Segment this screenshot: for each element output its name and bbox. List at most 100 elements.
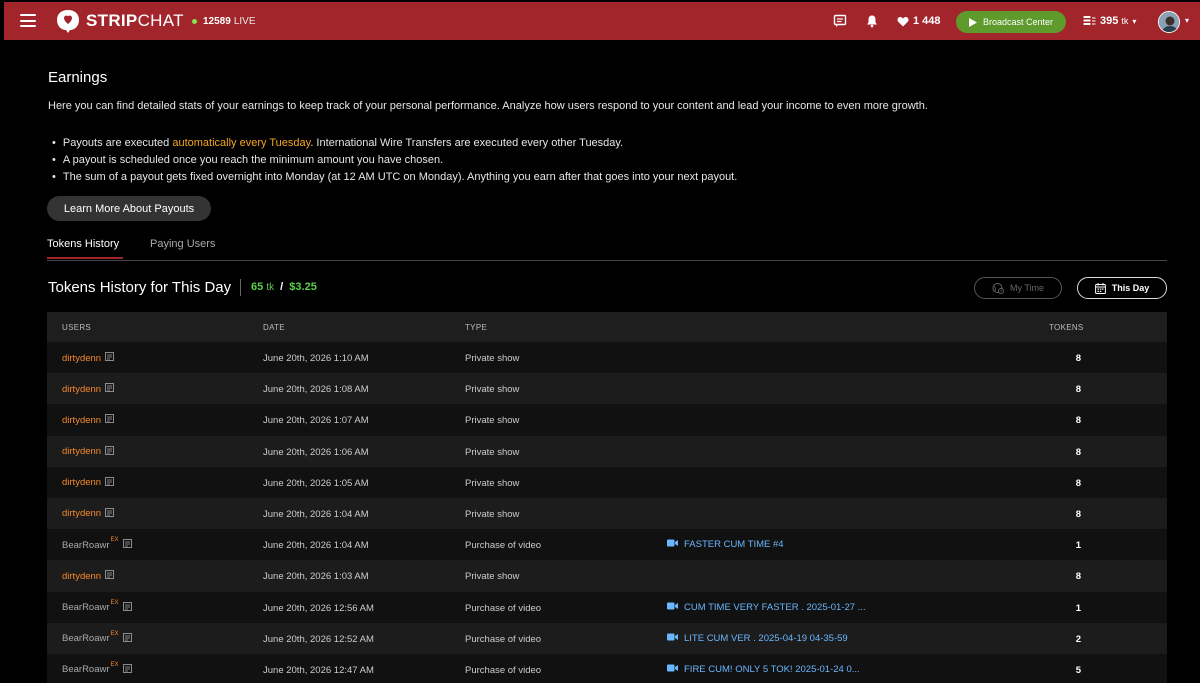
token-balance: 395: [1100, 15, 1119, 27]
title-divider: [240, 279, 241, 296]
video-camera-icon: [667, 633, 684, 644]
bullet-text: Payouts are executed: [62, 137, 173, 149]
user-note-icon[interactable]: [105, 352, 115, 364]
column-date[interactable]: DATE: [263, 323, 285, 332]
payout-info-item: A payout is scheduled once you reach the…: [52, 153, 737, 170]
video-title: LITE CUM VER . 2025-04-19 04-35-59: [684, 632, 848, 644]
user-note-icon[interactable]: [105, 570, 115, 582]
live-dot-icon: [192, 19, 197, 24]
ex-badge: EX: [110, 661, 119, 668]
live-word: LIVE: [233, 16, 256, 27]
menu-icon[interactable]: [20, 14, 36, 27]
logo[interactable]: STRIPCHAT: [56, 9, 184, 33]
video-link[interactable]: FIRE CUM! ONLY 5 TOK! 2025-01-24 0...: [667, 664, 860, 675]
tab-paying-users[interactable]: Paying Users: [150, 238, 215, 257]
total-tokens-unit: tk: [266, 282, 275, 293]
table-row: BearRoawr EX June 20th, 2026 12:56 AM Purch…: [47, 591, 1167, 623]
username-link[interactable]: dirtydenn: [62, 415, 101, 426]
broadcast-center-button[interactable]: Broadcast Center: [956, 11, 1066, 33]
video-link[interactable]: FASTER CUM TIME #4: [667, 539, 784, 550]
user-note-icon[interactable]: [105, 383, 115, 395]
this-day-button[interactable]: This Day: [1077, 277, 1167, 299]
tokens-history-table: USERS DATE TYPE TOKENS dirtydenn June 20t…: [47, 312, 1167, 683]
username-link[interactable]: BearRoawr: [62, 540, 110, 551]
user-cell: dirtydenn: [62, 570, 115, 582]
user-note-icon[interactable]: [105, 445, 115, 458]
messages-icon[interactable]: [833, 14, 847, 28]
tokens-cell: 8: [1075, 508, 1081, 520]
username-link[interactable]: dirtydenn: [62, 477, 101, 488]
payout-info-list: Payouts are executed automatically every…: [52, 136, 737, 187]
date-cell: June 20th, 2026 1:07 AM: [263, 415, 369, 427]
user-cell: BearRoawr EX: [62, 661, 132, 676]
avatar[interactable]: [1158, 11, 1180, 33]
tab-tokens-history[interactable]: Tokens History: [47, 238, 123, 259]
ex-badge: EX: [110, 630, 119, 637]
username-link[interactable]: BearRoawr: [62, 664, 110, 675]
likes-count: 1 448: [913, 15, 941, 27]
type-cell: Private show: [465, 477, 520, 489]
date-cell: June 20th, 2026 1:10 AM: [263, 353, 369, 364]
tokens-cell: 8: [1075, 571, 1081, 583]
tokens-cell: 8: [1075, 477, 1081, 489]
page-title: Earnings: [48, 69, 108, 86]
video-link[interactable]: LITE CUM VER . 2025-04-19 04-35-59: [667, 633, 848, 644]
my-time-button[interactable]: My Time: [974, 277, 1062, 299]
user-note-icon[interactable]: [122, 663, 132, 676]
user-note-icon[interactable]: [122, 632, 132, 645]
column-type[interactable]: TYPE: [465, 323, 487, 332]
user-cell: dirtydenn: [62, 445, 115, 458]
user-note-icon[interactable]: [105, 414, 115, 426]
play-icon: [968, 17, 977, 27]
bullet-text: The sum of a payout gets fixed overnight…: [62, 171, 738, 183]
table-row: dirtydenn June 20th, 2026 1:08 AM Private …: [47, 373, 1167, 405]
username-link[interactable]: dirtydenn: [62, 571, 101, 582]
ex-badge: EX: [110, 599, 119, 606]
date-cell: June 20th, 2026 12:56 AM: [263, 602, 374, 614]
date-cell: June 20th, 2026 1:04 AM: [263, 540, 369, 552]
video-title: FASTER CUM TIME #4: [684, 539, 784, 551]
type-cell: Private show: [465, 415, 520, 427]
date-cell: June 20th, 2026 1:05 AM: [263, 477, 369, 489]
intro-text: Here you can find detailed stats of your…: [48, 100, 928, 112]
column-tokens[interactable]: TOKENS: [1049, 323, 1084, 332]
user-note-icon[interactable]: [105, 507, 115, 520]
user-note-icon[interactable]: [105, 476, 115, 489]
username-link[interactable]: dirtydenn: [62, 508, 101, 519]
username-link[interactable]: dirtydenn: [62, 446, 101, 457]
video-link[interactable]: CUM TIME VERY FASTER . 2025-01-27 ...: [667, 602, 866, 613]
live-counter[interactable]: 12589 LIVE: [192, 16, 256, 27]
tokens-cell: 8: [1075, 446, 1081, 458]
learn-more-payouts-button[interactable]: Learn More About Payouts: [47, 196, 211, 221]
type-cell: Purchase of video: [465, 540, 542, 552]
user-note-icon[interactable]: [122, 601, 132, 614]
user-cell: dirtydenn: [62, 383, 115, 395]
tokens-cell: 1: [1075, 602, 1081, 614]
user-note-icon[interactable]: [122, 539, 132, 551]
username-link[interactable]: BearRoawr: [62, 633, 110, 644]
token-balance-menu[interactable]: 395 tk ▾: [1083, 15, 1136, 27]
date-cell: June 20th, 2026 1:04 AM: [263, 508, 369, 520]
calendar-icon: [1094, 282, 1106, 294]
username-link[interactable]: dirtydenn: [62, 384, 101, 395]
type-cell: Purchase of video: [465, 633, 542, 645]
avatar-chevron-down-icon[interactable]: ▾: [1185, 16, 1189, 25]
username-link[interactable]: dirtydenn: [62, 353, 101, 364]
tokens-cell: 5: [1075, 664, 1081, 676]
table-row: dirtydenn June 20th, 2026 1:10 AM Private …: [47, 342, 1167, 374]
likes-counter[interactable]: 1 448: [897, 15, 941, 27]
logo-icon: [57, 10, 79, 33]
broadcast-center-label: Broadcast Center: [982, 17, 1054, 27]
username-link[interactable]: BearRoawr: [62, 602, 110, 613]
column-users[interactable]: USERS: [62, 323, 91, 332]
table-body: dirtydenn June 20th, 2026 1:10 AM Private …: [47, 342, 1167, 683]
section-title: Tokens History for This Day: [48, 279, 232, 296]
date-cell: June 20th, 2026 1:06 AM: [263, 446, 369, 458]
total-tokens: 65: [251, 281, 264, 293]
bullet-text: A payout is scheduled once you reach the…: [62, 154, 444, 166]
user-cell: BearRoawr EX: [62, 537, 132, 551]
bell-icon[interactable]: [865, 14, 879, 28]
date-cell: June 20th, 2026 1:03 AM: [263, 571, 369, 583]
bullet-text-end: . International Wire Transfers are execu…: [310, 137, 624, 149]
type-cell: Private show: [465, 508, 520, 520]
